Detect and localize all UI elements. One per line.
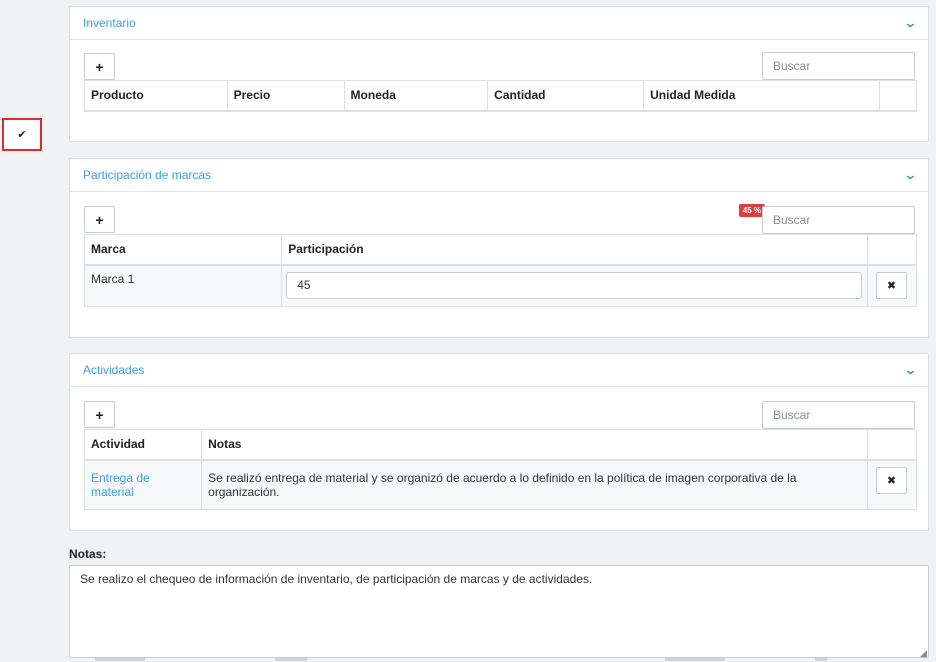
share-cell <box>281 264 868 307</box>
plus-icon: + <box>95 406 104 423</box>
table-header-row: Actividad Notas <box>83 429 918 461</box>
column-header[interactable]: Participación <box>281 234 868 266</box>
brands-table: Marca Participación Marca 1 ✖ <box>83 234 918 307</box>
add-inventory-button[interactable]: + <box>84 53 115 80</box>
inventory-panel-title[interactable]: Inventario <box>83 16 136 30</box>
plus-icon: + <box>95 211 104 228</box>
activities-table: Actividad Notas Entrega de material Se r… <box>83 429 918 510</box>
inventory-search-input[interactable] <box>762 52 915 80</box>
actions-column-header <box>866 234 918 266</box>
column-header[interactable]: Producto <box>84 80 228 112</box>
row-actions-cell: ✖ <box>866 264 918 307</box>
actions-column-header <box>866 429 918 461</box>
column-header[interactable]: Precio <box>226 80 345 112</box>
inventory-panel-header[interactable]: Inventario ⌄ <box>70 7 928 40</box>
add-brand-button[interactable]: + <box>84 206 115 233</box>
add-activity-button[interactable]: + <box>84 401 115 428</box>
inventory-table: Producto Precio Moneda Cantidad Unidad M… <box>84 80 917 112</box>
table-header-row: Marca Participación <box>83 234 918 266</box>
remove-activity-button[interactable]: ✖ <box>875 466 907 494</box>
brands-panel: Participación de marcas ⌄ + 45 % Marca P… <box>69 158 929 338</box>
actions-column-header <box>879 80 917 112</box>
column-header[interactable]: Moneda <box>343 80 489 112</box>
inventory-panel: Inventario ⌄ + Producto Precio Moneda Ca… <box>69 6 929 142</box>
activities-search-input[interactable] <box>762 401 915 429</box>
brands-panel-title[interactable]: Participación de marcas <box>83 168 211 182</box>
column-header[interactable]: Marca <box>83 234 283 266</box>
column-header[interactable]: Cantidad <box>487 80 645 112</box>
table-row: Entrega de material Se realizó entrega d… <box>83 459 918 510</box>
close-icon: ✖ <box>886 474 897 487</box>
remove-brand-button[interactable]: ✖ <box>875 271 907 299</box>
activities-panel-title[interactable]: Actividades <box>83 363 144 377</box>
notes-label: Notas: <box>69 547 107 561</box>
resize-handle-icon[interactable]: ◢ <box>920 648 927 659</box>
share-input[interactable] <box>286 271 863 299</box>
plus-icon: + <box>95 58 104 75</box>
chevron-down-icon[interactable]: ⌄ <box>903 362 917 378</box>
row-actions-cell: ✖ <box>866 459 918 510</box>
table-row: Marca 1 ✖ <box>83 264 918 307</box>
brand-cell: Marca 1 <box>83 264 283 307</box>
column-header[interactable]: Notas <box>201 429 868 461</box>
notes-cell: Se realizó entrega de material y se orga… <box>201 459 868 510</box>
close-icon: ✖ <box>886 279 897 292</box>
brands-search-input[interactable] <box>762 206 915 234</box>
activity-link[interactable]: Entrega de material <box>91 471 150 499</box>
column-header[interactable]: Unidad Medida <box>643 80 881 112</box>
activities-panel: Actividades ⌄ + Actividad Notas Entrega … <box>69 353 929 531</box>
check-icon: ✔ <box>17 129 27 141</box>
confirm-button[interactable]: ✔ <box>2 118 42 151</box>
footer-cut <box>95 658 835 662</box>
activities-panel-header[interactable]: Actividades ⌄ <box>70 354 928 387</box>
notes-textarea[interactable]: Se realizo el chequeo de información de … <box>69 565 929 658</box>
chevron-down-icon[interactable]: ⌄ <box>903 167 917 183</box>
brands-panel-header[interactable]: Participación de marcas ⌄ <box>70 159 928 192</box>
page-heading-cut: ⁀⁀⁀⁀⁀⁀⁀⁀⁀⁀⁀ <box>115 0 263 3</box>
table-header-row: Producto Precio Moneda Cantidad Unidad M… <box>84 80 917 112</box>
column-header[interactable]: Actividad <box>83 429 203 461</box>
activity-cell: Entrega de material <box>83 459 203 510</box>
chevron-down-icon[interactable]: ⌄ <box>903 15 917 31</box>
